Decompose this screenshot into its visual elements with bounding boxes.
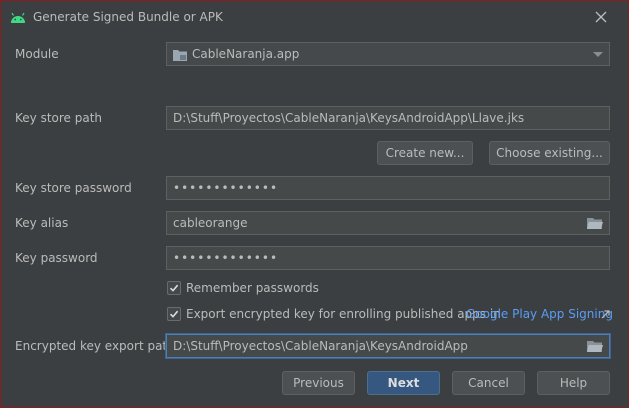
key-alias-value: cableorange — [173, 216, 248, 230]
export-path-label: Encrypted key export path — [15, 339, 175, 353]
android-icon — [11, 12, 25, 23]
keystore-path-label: Key store path — [15, 111, 103, 125]
export-path-field[interactable]: D:\Stuff\Proyectos\CableNaranja\KeysAndr… — [166, 334, 610, 358]
export-path-value: D:\Stuff\Proyectos\CableNaranja\KeysAndr… — [173, 339, 468, 353]
title-bar: Generate Signed Bundle or APK — [1, 1, 628, 33]
choose-existing-button[interactable]: Choose existing... — [489, 141, 610, 165]
previous-button[interactable]: Previous — [282, 371, 355, 395]
checkmark-icon — [169, 284, 179, 292]
help-button[interactable]: Help — [537, 371, 610, 395]
create-new-button[interactable]: Create new... — [377, 141, 473, 165]
cancel-button[interactable]: Cancel — [452, 371, 525, 395]
checkmark-icon — [169, 310, 179, 318]
dialog-window: Generate Signed Bundle or APK Module Cab… — [0, 0, 629, 408]
remember-passwords-checkbox[interactable] — [167, 281, 181, 295]
key-password-value: ••••••••••••• — [173, 251, 279, 265]
key-password-label: Key password — [15, 251, 98, 265]
module-value: CableNaranja.app — [192, 47, 300, 61]
module-label: Module — [15, 47, 59, 61]
module-select[interactable]: CableNaranja.app — [166, 42, 610, 66]
key-password-field[interactable]: ••••••••••••• — [166, 246, 610, 270]
module-folder-icon — [173, 49, 187, 61]
keystore-path-value: D:\Stuff\Proyectos\CableNaranja\KeysAndr… — [173, 111, 525, 125]
close-icon[interactable] — [593, 9, 609, 25]
export-key-checkbox[interactable] — [167, 307, 181, 321]
chevron-down-icon[interactable] — [593, 52, 603, 57]
key-alias-label: Key alias — [15, 216, 69, 230]
export-key-label[interactable]: Export encrypted key for enrolling publi… — [186, 307, 501, 321]
keystore-password-value: ••••••••••••• — [173, 181, 279, 195]
folder-icon[interactable] — [587, 217, 603, 230]
folder-icon[interactable] — [587, 340, 603, 353]
google-play-app-signing-link[interactable]: Google Play App Signing — [466, 307, 613, 321]
remember-passwords-label[interactable]: Remember passwords — [186, 281, 319, 295]
key-alias-field[interactable]: cableorange — [166, 211, 610, 235]
external-link-icon — [601, 310, 610, 319]
keystore-path-field[interactable]: D:\Stuff\Proyectos\CableNaranja\KeysAndr… — [166, 106, 610, 130]
keystore-password-label: Key store password — [15, 181, 132, 195]
next-button[interactable]: Next — [367, 371, 440, 395]
window-title: Generate Signed Bundle or APK — [33, 10, 223, 24]
keystore-password-field[interactable]: ••••••••••••• — [166, 176, 610, 200]
